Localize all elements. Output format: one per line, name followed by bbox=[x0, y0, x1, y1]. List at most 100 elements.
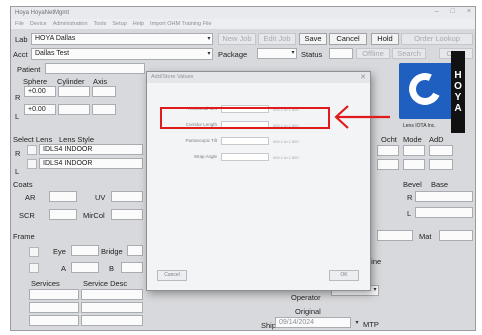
menu-tools[interactable]: Tools bbox=[94, 21, 107, 27]
menu-file[interactable]: File bbox=[15, 21, 24, 27]
mircol-field[interactable] bbox=[111, 209, 143, 220]
mat-select[interactable] bbox=[439, 230, 473, 241]
annotation-arrow-icon bbox=[334, 105, 390, 129]
axis-left-input[interactable] bbox=[92, 104, 116, 115]
bevel-label: Bevel bbox=[403, 180, 422, 189]
lens-style-right[interactable]: IDLS4 INDOOR bbox=[39, 144, 143, 155]
original-date-field[interactable]: 09/14/2024 bbox=[275, 317, 351, 328]
cylinder-right-input[interactable] bbox=[58, 86, 90, 97]
ocht-right-field[interactable] bbox=[377, 145, 399, 156]
a-field[interactable] bbox=[71, 262, 99, 273]
frame-left-button-2[interactable] bbox=[29, 263, 39, 273]
lens-eye-right: R bbox=[15, 149, 21, 158]
menu-device[interactable]: Device bbox=[30, 21, 47, 27]
bridge-label: Bridge bbox=[101, 247, 123, 256]
hold-button[interactable]: Hold bbox=[371, 33, 399, 45]
hoya-logo-letters: H O Y A bbox=[451, 51, 465, 133]
dialog-row-4-input[interactable] bbox=[221, 153, 269, 161]
close-icon[interactable]: × bbox=[467, 8, 471, 15]
menu-administration[interactable]: Administration bbox=[53, 21, 88, 27]
dialog-row-3-input[interactable] bbox=[221, 137, 269, 145]
cylinder-left-input[interactable] bbox=[58, 104, 90, 115]
lens-eye-left: L bbox=[15, 167, 20, 176]
chevron-down-icon[interactable]: ▾ bbox=[289, 48, 297, 58]
hoya-logo-subtext: Lens IOTA Inc. bbox=[403, 123, 436, 129]
base-label: Base bbox=[431, 180, 449, 189]
menu-setup[interactable]: Setup bbox=[112, 21, 126, 27]
chevron-down-icon[interactable]: ▾ bbox=[371, 285, 379, 295]
lens-style-left[interactable]: IDLS4 INDOOR bbox=[39, 158, 143, 169]
service-desc-1 bbox=[81, 289, 143, 300]
window-controls: – □ × bbox=[435, 8, 471, 15]
dialog-row-3-label: Pantoscopic Tilt bbox=[185, 138, 217, 143]
menu-bar: File Device Administration Tools Setup H… bbox=[11, 19, 475, 29]
uv-label: UV bbox=[95, 193, 106, 202]
dialog-ok-button[interactable]: OK bbox=[329, 270, 359, 281]
add-header: AdD bbox=[429, 135, 444, 144]
save-button[interactable]: Save bbox=[299, 33, 327, 45]
rx-header-sphere: Sphere bbox=[23, 77, 48, 86]
mode-right-select[interactable] bbox=[403, 145, 425, 156]
sphere-left-input[interactable]: +0.00 bbox=[24, 104, 56, 115]
rx-eye-right: R bbox=[15, 93, 21, 102]
scr-select[interactable] bbox=[49, 209, 77, 220]
hoya-logo-mark bbox=[399, 63, 453, 119]
chevron-down-icon[interactable]: ▾ bbox=[205, 34, 213, 44]
mat-label: Mat bbox=[419, 232, 432, 241]
service-1-select[interactable] bbox=[29, 289, 79, 300]
acct-select[interactable]: Dallas Test bbox=[31, 48, 213, 60]
lab-select[interactable]: HOYA Dallas bbox=[31, 33, 213, 45]
acct-label: Acct bbox=[13, 50, 28, 59]
service-2-select[interactable] bbox=[29, 302, 79, 313]
operator-label: Operator bbox=[291, 293, 321, 302]
eye-field[interactable] bbox=[71, 245, 99, 256]
axis-right-input[interactable] bbox=[92, 86, 116, 97]
rx-eye-left: L bbox=[15, 112, 20, 121]
lab-label: Lab bbox=[15, 35, 28, 44]
sphere-right-input[interactable]: +0.00 bbox=[24, 86, 56, 97]
mode-left-select[interactable] bbox=[403, 159, 425, 170]
bridge-field[interactable] bbox=[127, 245, 143, 256]
edit-job-button[interactable]: Edit Job bbox=[258, 33, 296, 45]
dialog-cancel-button[interactable]: Cancel bbox=[157, 270, 187, 281]
dialog-row-4-note: 000.1 to 1.500 bbox=[273, 155, 299, 160]
service-desc-2 bbox=[81, 302, 143, 313]
service-desc-label: Service Desc bbox=[83, 279, 128, 288]
maximize-icon[interactable]: □ bbox=[451, 8, 455, 15]
service-3-select[interactable] bbox=[29, 315, 79, 326]
ar-select[interactable] bbox=[49, 191, 77, 202]
lens-select-right-button[interactable] bbox=[27, 145, 37, 155]
new-job-button[interactable]: New Job bbox=[218, 33, 256, 45]
menu-help[interactable]: Help bbox=[133, 21, 144, 27]
menu-import[interactable]: Import OHM Training File bbox=[150, 21, 211, 27]
frame-label: Frame bbox=[13, 232, 35, 241]
rx-header-axis: Axis bbox=[93, 77, 108, 86]
patient-label: Patient bbox=[17, 65, 41, 74]
a-label: A bbox=[61, 264, 67, 273]
service-desc-3 bbox=[81, 315, 143, 326]
app-window: Hoya HoyaNetMgmt – □ × File Device Admin… bbox=[10, 6, 476, 331]
bevel-left-field[interactable] bbox=[415, 207, 473, 218]
frame-select[interactable] bbox=[377, 230, 413, 241]
dialog-row-3-note: 000.1 to 1.500 bbox=[273, 139, 299, 144]
chevron-down-icon[interactable]: ▾ bbox=[353, 318, 361, 328]
add-left-field[interactable] bbox=[429, 159, 453, 170]
mode-header: Mode bbox=[403, 135, 422, 144]
dialog-row-4-label: Wrap Angle bbox=[193, 154, 217, 159]
status-label: Status bbox=[301, 50, 323, 59]
frame-left-button[interactable] bbox=[29, 247, 39, 257]
add-right-field[interactable] bbox=[429, 145, 453, 156]
b-field[interactable] bbox=[121, 262, 143, 273]
uv-field[interactable] bbox=[111, 191, 143, 202]
offline-button[interactable]: Offline bbox=[356, 48, 390, 59]
ocht-left-field[interactable] bbox=[377, 159, 399, 170]
hoya-logo: H O Y A Lens IOTA Inc. bbox=[399, 51, 469, 133]
bevel-right-field[interactable] bbox=[415, 191, 473, 202]
chevron-down-icon[interactable]: ▾ bbox=[205, 49, 213, 59]
patient-field[interactable] bbox=[45, 63, 145, 74]
order-lookup-button[interactable]: Order Lookup bbox=[401, 33, 473, 45]
dialog-close-icon[interactable]: ✕ bbox=[360, 72, 366, 83]
minimize-icon[interactable]: – bbox=[435, 8, 439, 15]
lens-select-left-button[interactable] bbox=[27, 159, 37, 169]
cancel-button[interactable]: Cancel bbox=[329, 33, 367, 45]
